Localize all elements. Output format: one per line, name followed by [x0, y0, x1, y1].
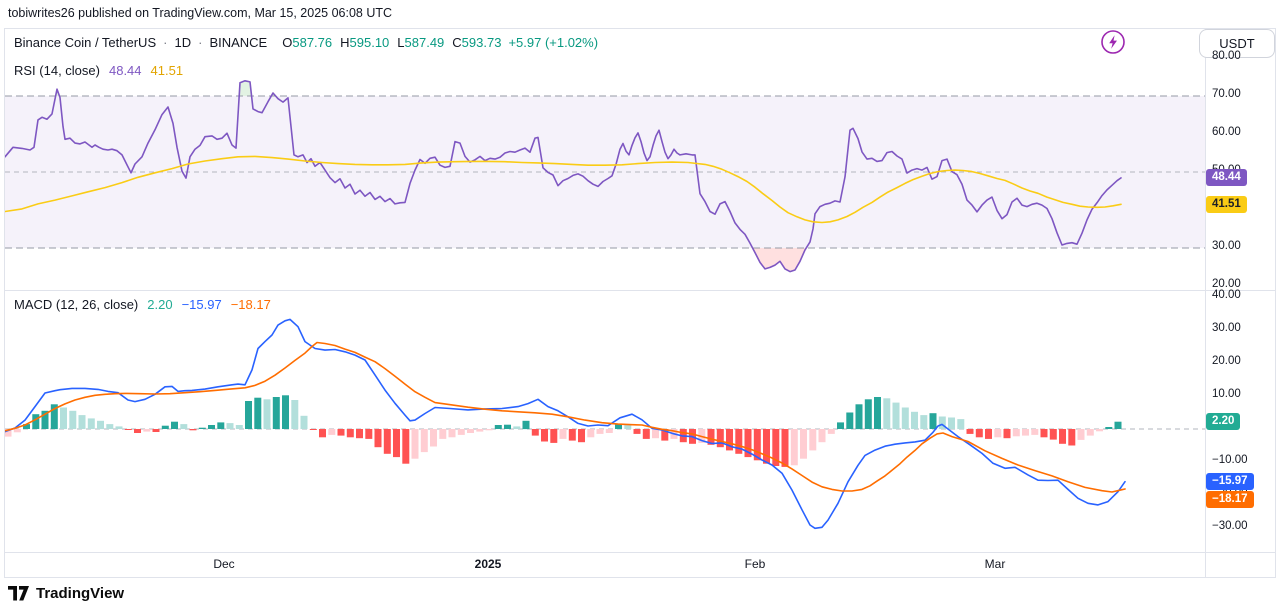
macd-line-value: −15.97 — [182, 297, 222, 312]
tradingview-logo-text: TradingView — [36, 585, 124, 602]
symbol-header: Binance Coin / TetherUS · 1D · BINANCE O… — [14, 28, 598, 56]
indicator-value-badge: −18.17 — [1206, 491, 1254, 508]
lightning-bolt-icon — [1100, 29, 1126, 55]
rsi-pane-chart[interactable] — [5, 56, 1205, 290]
macd-indicator-title[interactable]: MACD (12, 26, close) — [14, 297, 138, 312]
boost-button[interactable] — [1100, 29, 1126, 55]
symbol-name[interactable]: Binance Coin / TetherUS — [14, 35, 156, 50]
rsi-value: 48.44 — [109, 63, 142, 78]
macd-pane-legend: MACD (12, 26, close) 2.20 −15.97 −18.17 — [14, 297, 271, 312]
rsi-ma-value: 41.51 — [151, 63, 184, 78]
price-tick-label: 30.00 — [1212, 322, 1241, 334]
tradingview-glyph-icon — [8, 586, 29, 601]
publish-info: tobiwrites26 published on TradingView.co… — [8, 6, 392, 20]
tradingview-logo[interactable]: TradingView — [8, 585, 124, 602]
time-axis-separator — [4, 552, 1276, 553]
ohlc-values: O587.76 H595.10 L587.49 C593.73 — [282, 35, 501, 50]
price-tick-label: 10.00 — [1212, 388, 1241, 400]
time-tick-label[interactable]: Feb — [745, 557, 766, 571]
low-value: L587.49 — [397, 35, 444, 50]
exchange-label: BINANCE — [209, 35, 267, 50]
high-value: H595.10 — [340, 35, 389, 50]
time-tick-label[interactable]: 2025 — [475, 557, 502, 571]
indicator-value-badge: −15.97 — [1206, 473, 1254, 490]
published-chart-page: tobiwrites26 published on TradingView.co… — [0, 0, 1281, 615]
price-tick-label: 40.00 — [1212, 289, 1241, 301]
close-value: C593.73 — [452, 35, 501, 50]
separator-dot: · — [198, 35, 202, 50]
macd-pane-chart[interactable] — [5, 290, 1205, 552]
time-tick-label[interactable]: Dec — [213, 557, 234, 571]
separator-dot: · — [163, 35, 167, 50]
indicator-value-badge: 2.20 — [1206, 413, 1240, 430]
open-value: O587.76 — [282, 35, 332, 50]
interval-label[interactable]: 1D — [174, 35, 191, 50]
price-tick-label: −30.00 — [1212, 520, 1248, 532]
time-tick-label[interactable]: Mar — [985, 557, 1006, 571]
indicator-value-badge: 41.51 — [1206, 196, 1247, 213]
price-tick-label: 70.00 — [1212, 88, 1241, 100]
change-value: +5.97 (+1.02%) — [508, 35, 598, 50]
price-tick-label: 80.00 — [1212, 50, 1241, 62]
macd-signal-value: −18.17 — [231, 297, 271, 312]
price-tick-label: 20.00 — [1212, 355, 1241, 367]
price-tick-label: −10.00 — [1212, 454, 1248, 466]
price-tick-label: 30.00 — [1212, 240, 1241, 252]
rsi-pane-legend: RSI (14, close) 48.44 41.51 — [14, 63, 183, 78]
indicator-value-badge: 48.44 — [1206, 169, 1247, 186]
macd-hist-value: 2.20 — [147, 297, 172, 312]
rsi-indicator-title[interactable]: RSI (14, close) — [14, 63, 100, 78]
price-tick-label: 60.00 — [1212, 126, 1241, 138]
